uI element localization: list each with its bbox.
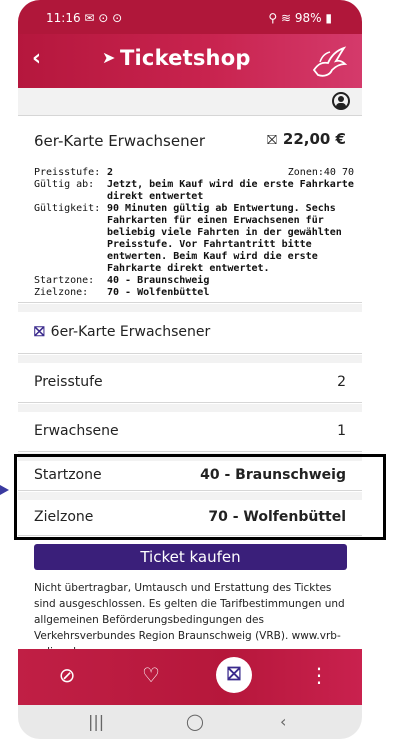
account-row xyxy=(18,88,362,116)
erwachsene-row[interactable]: Erwachsene 1 xyxy=(18,412,362,452)
preisstufe-row[interactable]: Preisstufe 2 xyxy=(18,363,362,403)
more-menu-icon[interactable]: ⋮ xyxy=(304,663,334,687)
system-back-icon[interactable]: ‹ xyxy=(280,712,286,731)
ticket-name: 6er-Karte Erwachsener xyxy=(34,132,206,150)
highlight-box xyxy=(14,454,386,540)
favorites-heart-icon[interactable]: ♡ xyxy=(136,663,166,687)
divider xyxy=(18,355,362,363)
bottom-navigation: ⊘ ♡ ⛝ ⋮ xyxy=(18,649,362,705)
status-bar: 11:16 ✉ ⊙ ⊙ ⚲ ≋ 98% ▮ xyxy=(18,0,362,34)
battery-text: 98% xyxy=(294,11,322,25)
info-row: Gültigkeit: 90 Minuten gültig ab Entwertu… xyxy=(34,203,342,274)
buy-ticket-button[interactable]: Ticket kaufen xyxy=(34,544,347,570)
zones-text: Zonen:40 70 xyxy=(287,167,354,178)
routing-icon[interactable]: ⊘ xyxy=(52,663,82,687)
recent-apps-icon[interactable]: ||| xyxy=(88,712,104,731)
phone-screen: 11:16 ✉ ⊙ ⊙ ⚲ ≋ 98% ▮ ‹ ➤ Ticketshop 6er… xyxy=(18,0,362,739)
legal-text: Nicht übertragbar, Umtausch und Erstattu… xyxy=(34,582,345,658)
info-row: Gültig ab: Jetzt, beim Kauf wird die erst… xyxy=(34,179,354,202)
pointer-arrow-icon xyxy=(0,485,9,495)
location-icon: ⚲ xyxy=(268,11,278,25)
ticket-nav-icon[interactable]: ⛝ xyxy=(216,657,252,693)
wifi-icon: ≋ xyxy=(281,11,292,25)
app-bar: ‹ ➤ Ticketshop xyxy=(18,34,362,88)
info-row: Zielzone: 70 - Wolfenbüttel xyxy=(34,287,210,298)
status-right: ⚲ ≋ 98% ▮ xyxy=(268,11,332,25)
preisstufe-label: Preisstufe xyxy=(34,374,103,390)
pegasus-logo-icon xyxy=(312,46,348,77)
info-row: Startzone: 40 - Braunschweig xyxy=(34,275,210,286)
user-account-icon[interactable] xyxy=(332,92,350,110)
cursor-icon: ➤ xyxy=(102,48,116,67)
ticket-icon: ⛝ xyxy=(34,324,45,340)
divider xyxy=(18,404,362,412)
ticket-icon: ⛝ xyxy=(266,133,277,148)
page-title: Ticketshop xyxy=(120,46,251,70)
erwachsene-value: 1 xyxy=(337,423,346,439)
preisstufe-value: 2 xyxy=(337,374,346,390)
ticket-select-row[interactable]: ⛝ 6er-Karte Erwachsener xyxy=(18,312,362,354)
erwachsene-label: Erwachsene xyxy=(34,423,119,439)
ticket-info: Zonen:40 70 Preisstufe: 2 Gültig ab: Jetzt… xyxy=(34,167,360,299)
ticket-price: ⛝ 22,00 € xyxy=(266,130,346,148)
system-navigation-bar: ||| ◯ ‹ xyxy=(18,705,362,739)
battery-icon: ▮ xyxy=(325,11,332,25)
divider xyxy=(18,304,362,312)
back-icon[interactable]: ‹ xyxy=(32,48,41,70)
home-icon[interactable]: ◯ xyxy=(186,712,204,731)
status-time: 11:16 ✉ ⊙ ⊙ xyxy=(46,11,123,25)
ticket-detail-card: 6er-Karte Erwachsener ⛝ 22,00 € Zonen:40 … xyxy=(18,117,362,303)
